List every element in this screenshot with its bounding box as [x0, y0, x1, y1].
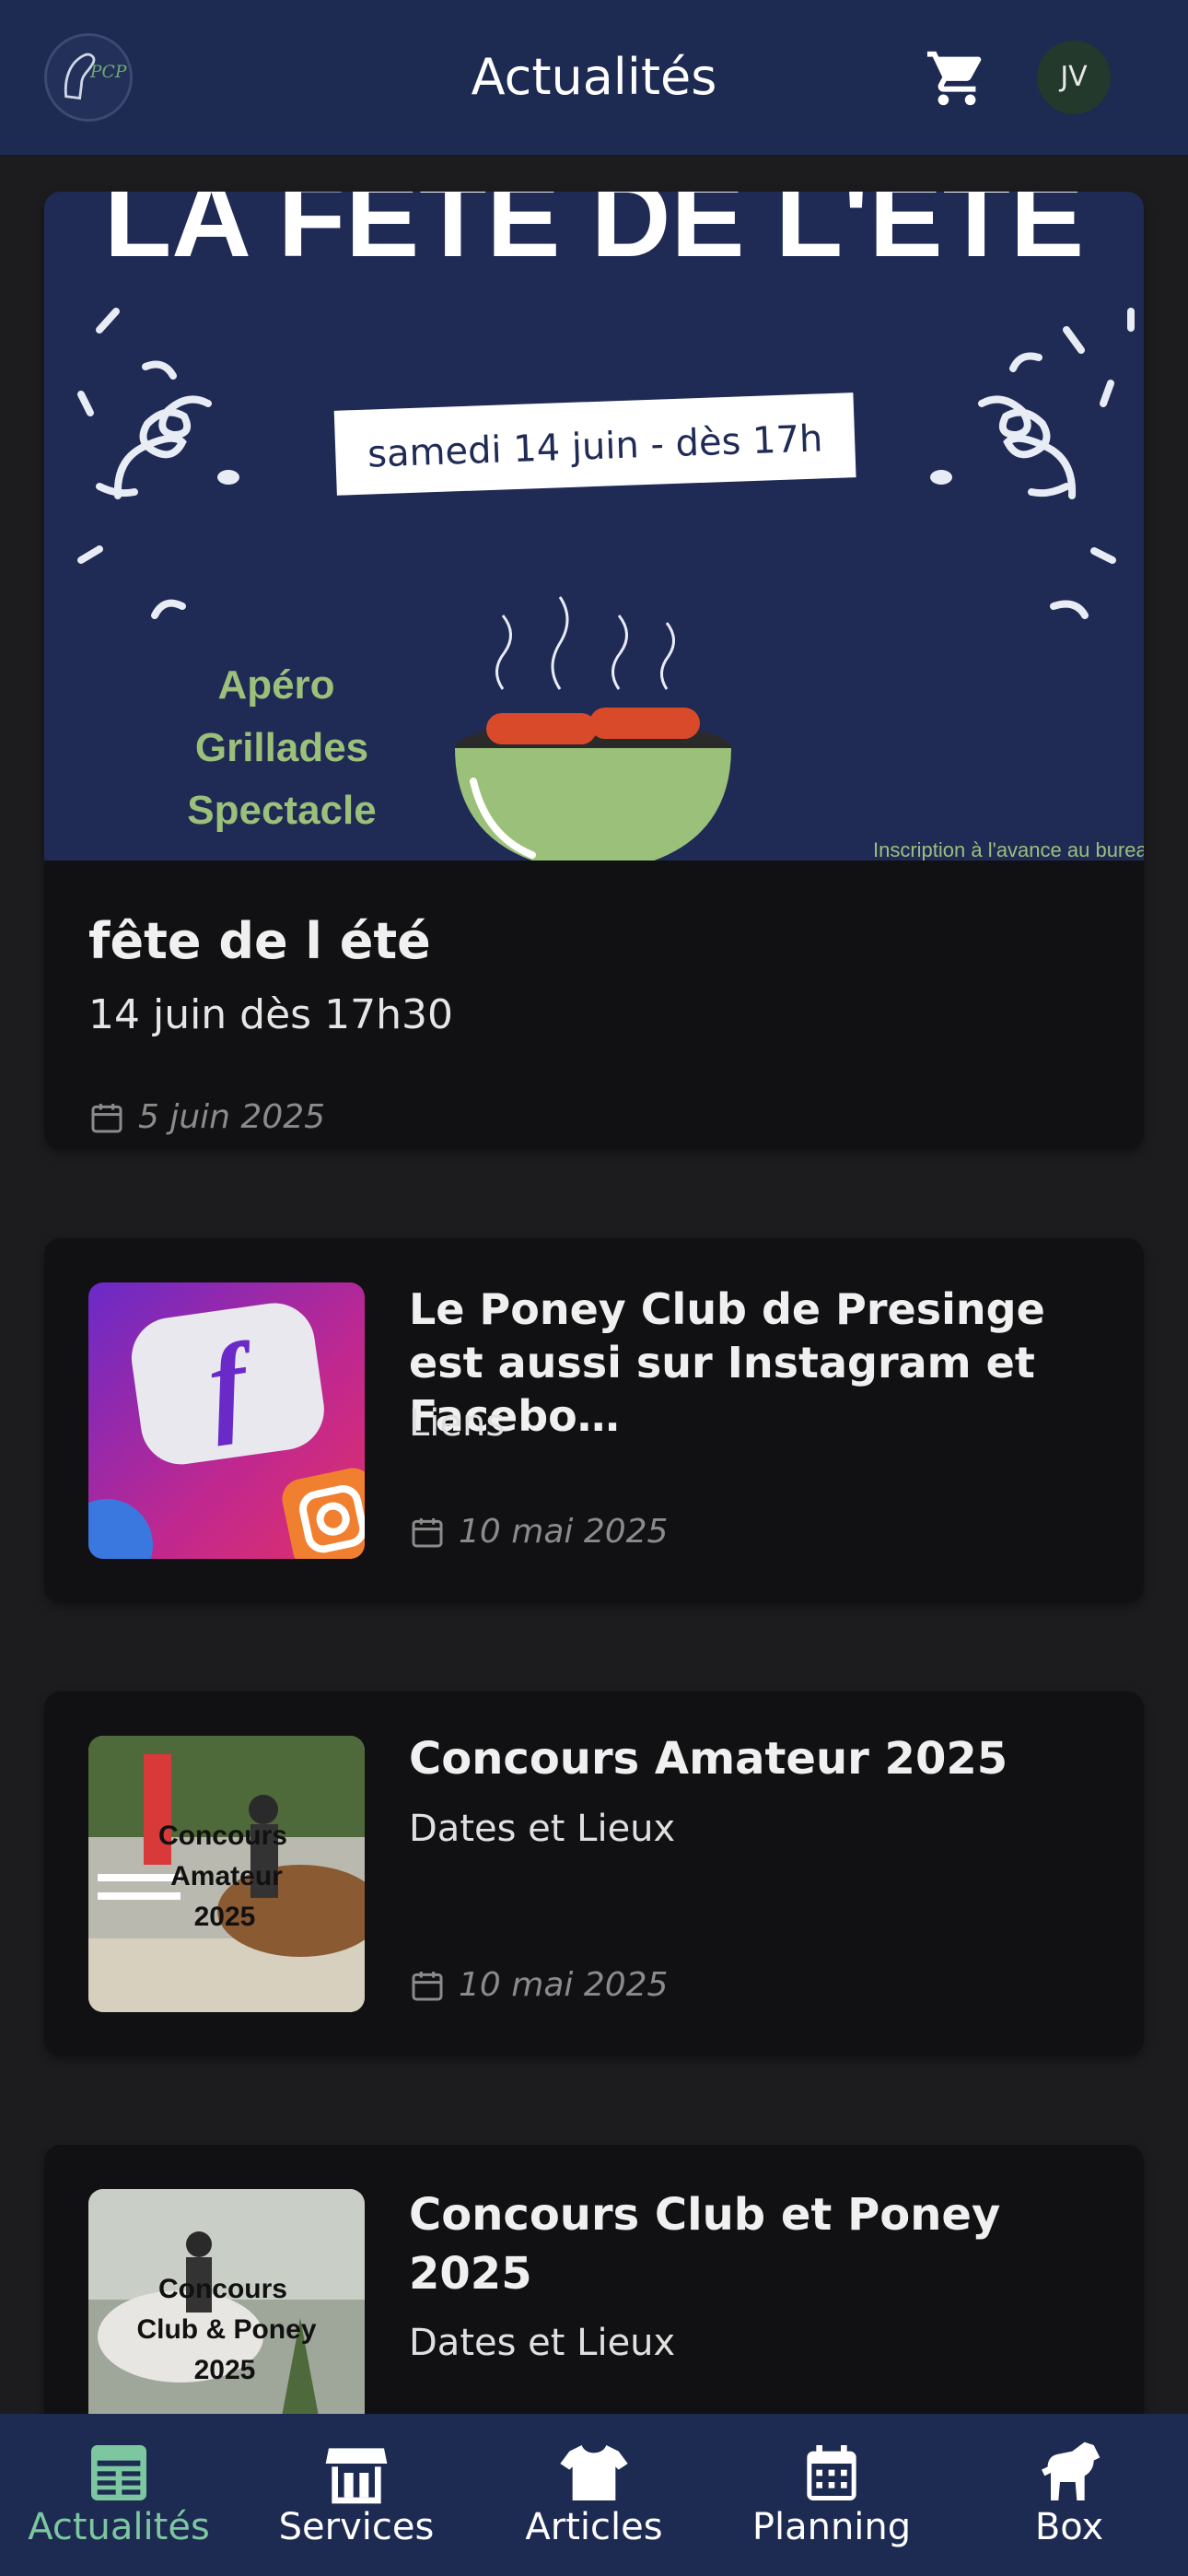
thumb-text: 2025 [194, 2355, 256, 2385]
thumb-text: Club & Poney [136, 2314, 316, 2345]
shirt-icon [560, 2445, 628, 2500]
article-thumbnail: f [88, 1282, 365, 1559]
tab-actualites[interactable]: Actualités [0, 2414, 238, 2576]
article-card[interactable]: Concours Amateur 2025 Concours Amateur 2… [44, 1692, 1144, 2056]
app-header: PCP Actualités JV [0, 0, 1188, 155]
thumb-text: 2025 [194, 1902, 256, 1932]
tab-services[interactable]: Services [238, 2414, 475, 2576]
article-title: Concours Amateur 2025 [409, 1733, 1008, 1785]
thumb-text: Amateur [170, 1861, 283, 1891]
article-subtitle: 14 juin dès 17h30 [88, 991, 453, 1038]
article-thumbnail: Concours Amateur 2025 [88, 1736, 365, 2012]
article-date: 10 mai 2025 [409, 1966, 668, 2004]
tab-label: Box [1034, 2506, 1104, 2548]
article-date-text: 10 mai 2025 [459, 1966, 669, 2004]
calendar-icon [91, 1103, 122, 1132]
article-card[interactable]: f Le Poney Club de Presinge est aussi su… [44, 1238, 1144, 1603]
article-title: Le Poney Club de Presinge est aussi sur … [409, 1284, 1045, 1441]
featured-article-card[interactable]: LA FETE DE L'ETE samedi 14 juin - dès 17… [44, 192, 1144, 1150]
thumb-text: Concours [158, 2274, 287, 2304]
article-title: Concours Club et Poney 2025 [409, 2189, 1001, 2300]
article-subtitle: Dates et Lieux [409, 2322, 676, 2364]
tab-box[interactable]: Box [950, 2414, 1188, 2576]
tab-label: Planning [751, 2506, 912, 2548]
article-subtitle: Dates et Lieux [409, 1808, 676, 1850]
tab-planning[interactable]: Planning [713, 2414, 950, 2576]
article-subtitle: Liens [409, 1402, 506, 1445]
tab-label: Services [278, 2506, 435, 2548]
store-icon [325, 2448, 388, 2504]
calendar-icon [412, 1517, 443, 1547]
featured-banner-image: LA FETE DE L'ETE samedi 14 juin - dès 17… [44, 192, 1144, 861]
article-date-text: 10 mai 2025 [459, 1513, 669, 1551]
banner-activity: Spectacle [187, 788, 376, 833]
banner-activity: Apéro [217, 662, 334, 708]
article-date-text: 5 juin 2025 [138, 1098, 326, 1136]
page-title: Actualités [471, 48, 717, 106]
article-title: fête de l été [88, 912, 431, 970]
horse-icon [1042, 2441, 1101, 2500]
article-date: 10 mai 2025 [409, 1513, 668, 1551]
banner-activity: Grillades [195, 725, 368, 770]
cart-button[interactable] [925, 46, 989, 111]
social-media-icon: f [88, 1282, 365, 1559]
banner-headline: LA FETE DE L'ETE [104, 192, 1084, 280]
cart-icon [926, 51, 982, 106]
bottom-navigation: Actualités Services Articles Planning Bo… [0, 2414, 1188, 2576]
news-icon [91, 2445, 146, 2500]
article-date: 5 juin 2025 [88, 1098, 325, 1136]
user-avatar[interactable]: JV [1037, 41, 1111, 114]
tab-label: Actualités [28, 2506, 210, 2548]
calendar-icon [412, 1971, 443, 2000]
article-card[interactable]: Concours Club & Poney 2025 Concours Club… [44, 2145, 1144, 2414]
thumb-text: Concours [158, 1821, 287, 1851]
calendar-icon [807, 2445, 856, 2500]
tab-label: Articles [525, 2506, 663, 2548]
article-thumbnail: Concours Club & Poney 2025 [88, 2189, 365, 2414]
news-feed[interactable]: LA FETE DE L'ETE samedi 14 juin - dès 17… [0, 155, 1188, 2414]
banner-footnote: Inscription à l'avance au bureau [873, 838, 1144, 861]
tab-articles[interactable]: Articles [475, 2414, 713, 2576]
